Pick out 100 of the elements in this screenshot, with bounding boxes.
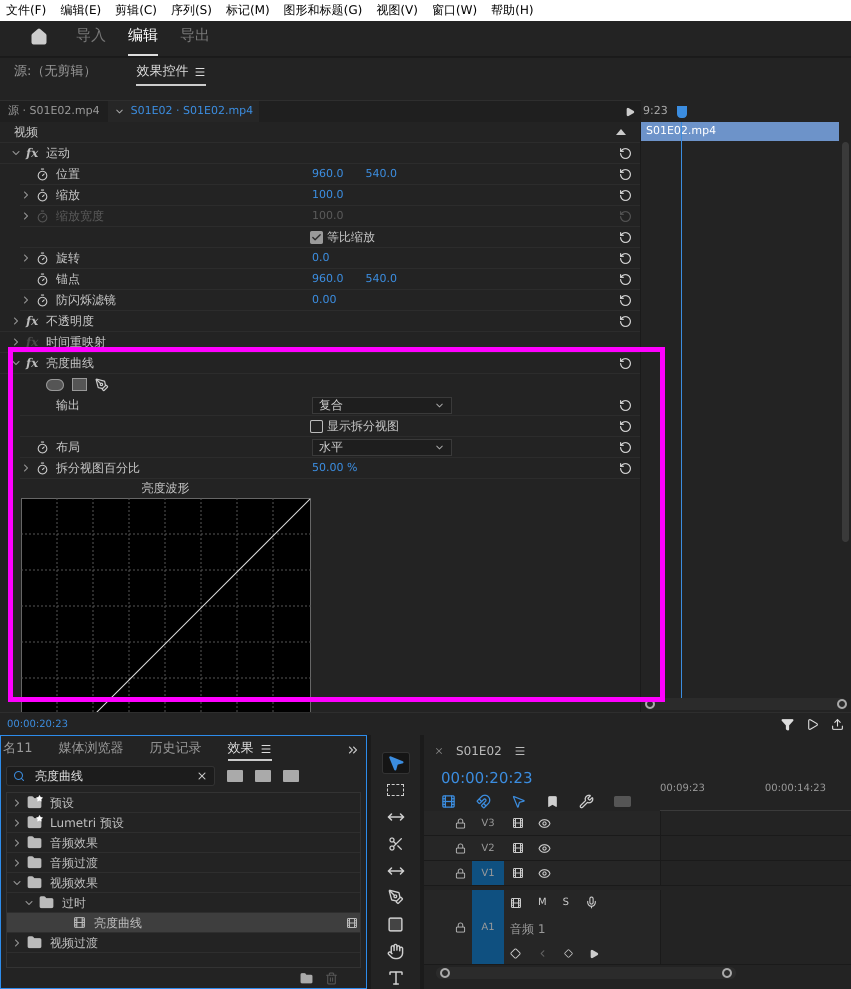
fx-icon[interactable]: fx: [26, 144, 46, 162]
lock-icon[interactable]: [455, 868, 466, 878]
stopwatch-icon[interactable]: [36, 462, 49, 474]
clear-icon[interactable]: [196, 770, 208, 782]
lock-icon[interactable]: [455, 818, 466, 828]
solo-button[interactable]: S: [562, 895, 569, 910]
scroll-up-icon[interactable]: [616, 129, 626, 135]
tree-label: Lumetri 预设: [50, 814, 125, 832]
search-icon: [13, 770, 25, 782]
property-label: 旋转: [56, 250, 81, 267]
checkbox[interactable]: [310, 420, 323, 432]
pen-mask-icon[interactable]: [95, 378, 109, 392]
wrench-icon: [579, 794, 594, 808]
menu-item[interactable]: 序列(S): [170, 1, 212, 20]
sequence-tab[interactable]: S01E02: [456, 742, 502, 760]
source-clip-tab[interactable]: 源 · S01E02.mp4: [0, 103, 108, 120]
track-target[interactable]: V2: [472, 836, 504, 860]
tree-item[interactable]: 预设: [7, 793, 360, 813]
current-time[interactable]: 00:00:20:23: [7, 716, 781, 732]
eye-icon[interactable]: [538, 842, 551, 854]
property-value[interactable]: 50.00 %: [312, 460, 358, 476]
property-value[interactable]: 960.0: [312, 166, 344, 182]
tree-item[interactable]: 亮度曲线: [7, 913, 360, 933]
pointer-icon: [386, 754, 404, 772]
menu-item[interactable]: 文件(F): [6, 1, 46, 20]
menu-item[interactable]: 编辑(E): [60, 1, 102, 20]
fx-icon[interactable]: fx: [26, 354, 46, 372]
tree-item[interactable]: 视频过渡: [7, 933, 360, 953]
microphone-icon[interactable]: [585, 896, 598, 909]
sequence-clip-tab[interactable]: S01E02 · S01E02.mp4: [108, 101, 260, 122]
eye-icon[interactable]: [538, 816, 551, 830]
close-icon[interactable]: [434, 746, 444, 756]
menu-item[interactable]: 帮助(H): [491, 1, 534, 20]
search-field[interactable]: 亮度曲线: [6, 766, 215, 786]
panel-tab[interactable]: 源:（无剪辑）: [14, 62, 96, 86]
panel-tab[interactable]: 名11: [3, 739, 33, 761]
stopwatch-icon[interactable]: [36, 272, 49, 286]
horizontal-scrollbar[interactable]: [645, 698, 847, 710]
panel-tab[interactable]: 媒体浏览器: [58, 739, 124, 761]
panel-menu-icon: [194, 66, 206, 78]
stopwatch-icon[interactable]: [36, 440, 49, 454]
menu-item[interactable]: 图形和标题(G): [284, 1, 362, 20]
playhead-icon[interactable]: [677, 106, 687, 118]
home-icon[interactable]: [30, 28, 48, 46]
workspace-tab[interactable]: 编辑: [128, 24, 158, 56]
mute-button[interactable]: M: [538, 895, 547, 910]
timeline-scrollbar[interactable]: [436, 967, 736, 979]
property-value[interactable]: 540.0: [366, 270, 397, 288]
ruler-time: 9:23: [643, 102, 668, 119]
sequence-icon: [441, 794, 456, 808]
tree-item[interactable]: Lumetri 预设: [7, 813, 360, 833]
menu-item[interactable]: 标记(M): [226, 1, 270, 20]
tree-item[interactable]: 音频过渡: [7, 853, 360, 873]
property-value[interactable]: 0.0: [312, 250, 340, 266]
menu-item[interactable]: 剪辑(C): [115, 1, 157, 20]
panel-tab[interactable]: 效果: [228, 739, 272, 761]
tree-item[interactable]: 音频效果: [7, 833, 360, 853]
property-label: 锚点: [56, 271, 81, 288]
lock-icon[interactable]: [455, 922, 466, 932]
panel-tab[interactable]: 历史记录: [150, 739, 202, 761]
property-value[interactable]: 0.00: [312, 292, 340, 308]
dropdown[interactable]: 复合: [312, 396, 452, 414]
ellipse-mask-icon[interactable]: [46, 378, 64, 390]
property-value[interactable]: 100.0: [312, 186, 344, 204]
stopwatch-icon[interactable]: [36, 168, 49, 180]
add-keyframe-icon[interactable]: [564, 949, 573, 958]
fx-icon[interactable]: fx: [26, 312, 46, 330]
play-icon[interactable]: [625, 106, 635, 116]
tree-label: 音频效果: [50, 834, 99, 852]
captions-icon: [614, 796, 631, 806]
property-value[interactable]: 960.0: [312, 270, 344, 288]
panel-tab[interactable]: 效果控件: [136, 62, 206, 86]
property-value[interactable]: 540.0: [366, 166, 397, 182]
lock-icon[interactable]: [455, 842, 466, 854]
stopwatch-icon[interactable]: [36, 188, 49, 202]
workspace-tab[interactable]: 导出: [180, 24, 210, 56]
rectangle-mask-icon[interactable]: [72, 378, 87, 391]
panel-menu-icon[interactable]: [514, 745, 526, 757]
play-audio-icon[interactable]: [806, 718, 819, 730]
rectangle-icon: [387, 916, 404, 933]
keyframe-icon[interactable]: [510, 948, 521, 959]
menu-item[interactable]: 视图(V): [376, 1, 418, 20]
eye-icon[interactable]: [538, 866, 551, 880]
checkbox[interactable]: [310, 230, 323, 244]
filter-icon[interactable]: [781, 718, 794, 730]
tree-item[interactable]: 视频效果: [7, 873, 360, 893]
new-folder-icon[interactable]: [300, 972, 313, 985]
marker-icon: [546, 794, 559, 808]
tool-button[interactable]: [382, 752, 410, 774]
star-folder-icon: [27, 795, 43, 810]
menu-item[interactable]: 窗口(W): [432, 1, 478, 20]
dropdown[interactable]: 水平: [312, 438, 452, 456]
stopwatch-icon[interactable]: [36, 294, 49, 306]
stopwatch-icon[interactable]: [36, 252, 49, 264]
track-target[interactable]: V3: [472, 811, 504, 835]
workspace-tab[interactable]: 导入: [76, 24, 106, 56]
checkbox-label: 等比缩放: [327, 229, 376, 246]
export-icon[interactable]: [831, 718, 844, 730]
next-keyframe-icon[interactable]: [589, 948, 599, 958]
timeline-timecode[interactable]: 00:00:20:23: [441, 767, 660, 790]
